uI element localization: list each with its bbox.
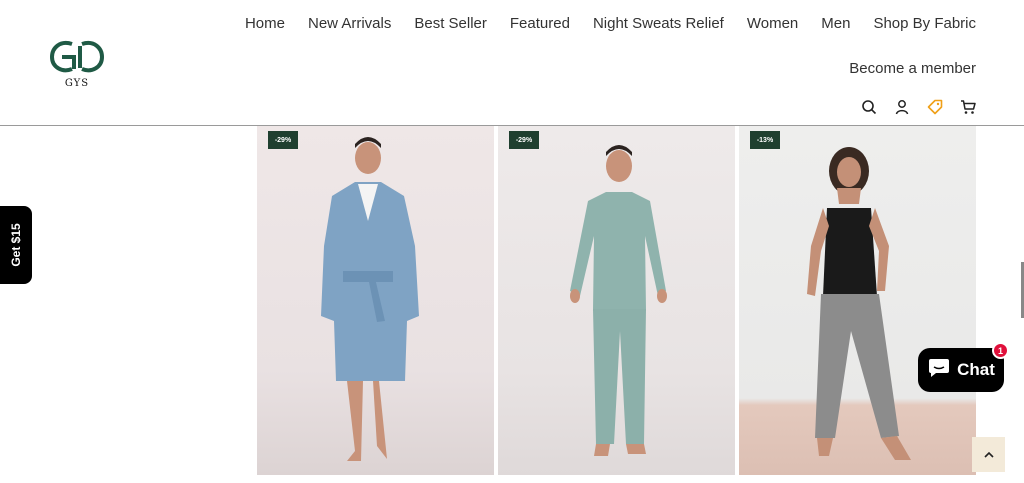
product-card-robe[interactable]: -29% bbox=[257, 126, 494, 475]
logo-mark bbox=[49, 41, 105, 73]
discount-badge: -29% bbox=[268, 131, 298, 149]
discount-badge: -29% bbox=[509, 131, 539, 149]
cart-icon[interactable] bbox=[960, 99, 976, 115]
chat-bubble-icon bbox=[927, 357, 951, 384]
nav-new-arrivals[interactable]: New Arrivals bbox=[308, 15, 391, 32]
brand-logo[interactable]: GYS bbox=[49, 38, 105, 94]
nav-night-sweats-relief[interactable]: Night Sweats Relief bbox=[593, 15, 724, 32]
discount-badge: -13% bbox=[750, 131, 780, 149]
product-grid: -29% -29% -13% bbox=[257, 126, 976, 475]
promo-tab-label: Get $15 bbox=[9, 223, 23, 267]
product-card-cami-set[interactable]: -13% bbox=[739, 126, 976, 475]
scroll-to-top-button[interactable] bbox=[972, 437, 1005, 472]
product-image-cami-set bbox=[807, 147, 911, 460]
tag-icon[interactable] bbox=[927, 99, 943, 115]
nav-featured[interactable]: Featured bbox=[510, 15, 570, 32]
logo-text: GYS bbox=[64, 78, 90, 89]
product-image-robe bbox=[321, 137, 419, 461]
account-icon[interactable] bbox=[894, 99, 910, 115]
site-header: GYS Home New Arrivals Best Seller Featur… bbox=[0, 0, 1024, 126]
chat-label: Chat bbox=[957, 360, 995, 379]
become-member-link[interactable]: Become a member bbox=[849, 60, 976, 77]
chat-unread-badge: 1 bbox=[992, 342, 1009, 359]
product-image-pajama-set bbox=[570, 145, 667, 456]
nav-best-seller[interactable]: Best Seller bbox=[414, 15, 487, 32]
nav-shop-by-fabric[interactable]: Shop By Fabric bbox=[873, 15, 976, 32]
chat-button[interactable]: Chat bbox=[918, 348, 1004, 392]
chevron-up-icon bbox=[983, 446, 994, 464]
nav-women[interactable]: Women bbox=[747, 15, 798, 32]
search-icon[interactable] bbox=[861, 99, 877, 115]
main-nav: Home New Arrivals Best Seller Featured N… bbox=[222, 15, 976, 32]
nav-men[interactable]: Men bbox=[821, 15, 850, 32]
product-card-pajama-set[interactable]: -29% bbox=[498, 126, 735, 475]
nav-home[interactable]: Home bbox=[245, 15, 285, 32]
get-15-promo-tab[interactable]: Get $15 bbox=[0, 206, 32, 284]
header-icons bbox=[861, 99, 976, 115]
